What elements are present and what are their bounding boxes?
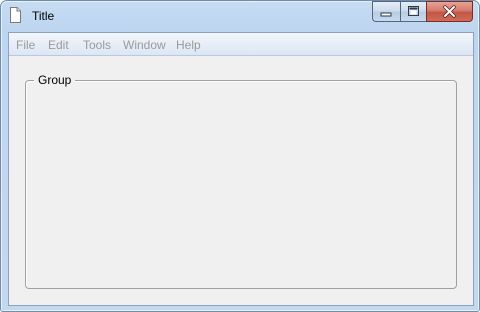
menu-help[interactable]: Help [176, 38, 201, 52]
close-icon [443, 5, 456, 18]
window-title: Title [32, 9, 55, 23]
maximize-icon [408, 6, 419, 16]
maximize-button[interactable] [400, 1, 426, 22]
group-box: Group [25, 73, 457, 289]
menu-window[interactable]: Window [123, 38, 166, 52]
minimize-icon [380, 12, 392, 17]
title-bar[interactable]: Title [1, 1, 479, 32]
minimize-button[interactable] [372, 1, 400, 22]
app-window: Title File Edit Tools Window Help Group [0, 0, 480, 312]
group-box-label: Group [34, 73, 76, 87]
menu-bar: File Edit Tools Window Help [9, 33, 473, 56]
menu-edit[interactable]: Edit [48, 38, 69, 52]
close-button[interactable] [426, 1, 473, 22]
menu-tools[interactable]: Tools [83, 38, 111, 52]
client-area: File Edit Tools Window Help Group [8, 32, 474, 306]
menu-file[interactable]: File [16, 38, 35, 52]
document-icon [10, 7, 21, 23]
caption-buttons [372, 1, 473, 22]
